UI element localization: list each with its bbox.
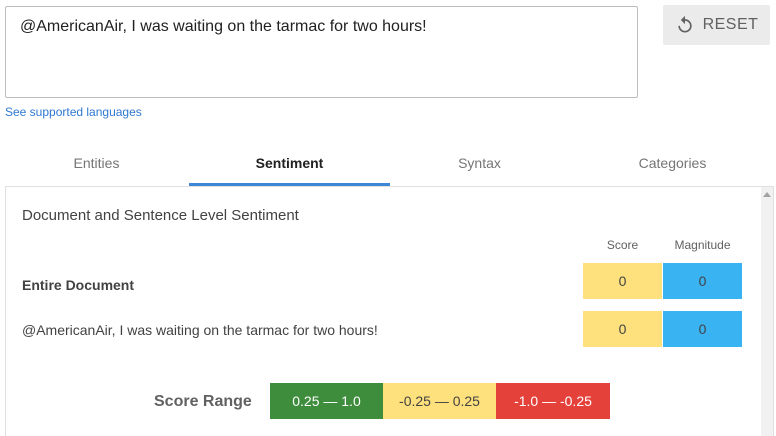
document-row-label: Entire Document	[22, 277, 135, 293]
score-range-neutral: -0.25 — 0.25	[383, 383, 496, 419]
refresh-icon	[675, 15, 695, 35]
sentence-row-label: @AmericanAir, I was waiting on the tarma…	[22, 322, 378, 338]
reset-button[interactable]: RESET	[663, 5, 770, 45]
score-range-positive: 0.25 — 1.0	[270, 383, 383, 419]
sentence-score-cell: 0	[583, 311, 662, 347]
document-magnitude-cell: 0	[663, 263, 742, 299]
section-title: Document and Sentence Level Sentiment	[22, 207, 299, 224]
document-score-cell: 0	[583, 263, 662, 299]
tab-syntax[interactable]: Syntax	[383, 140, 576, 186]
analysis-tabs: Entities Sentiment Syntax Categories	[0, 140, 776, 186]
tab-sentiment[interactable]: Sentiment	[189, 140, 390, 186]
tab-categories[interactable]: Categories	[576, 140, 769, 186]
score-range-label: Score Range	[154, 393, 252, 410]
reset-button-label: RESET	[702, 16, 759, 33]
magnitude-column-header: Magnitude	[674, 238, 731, 252]
sentiment-panel: Document and Sentence Level Sentiment Sc…	[5, 186, 774, 436]
supported-languages-link[interactable]: See supported languages	[5, 105, 142, 119]
score-range-negative: -1.0 — -0.25	[496, 383, 610, 419]
scroll-up-icon[interactable]	[763, 192, 771, 197]
text-input[interactable]	[5, 6, 638, 98]
tab-entities[interactable]: Entities	[0, 140, 193, 186]
sentence-magnitude-cell: 0	[663, 311, 742, 347]
panel-scrollbar[interactable]	[761, 187, 773, 436]
score-column-header: Score	[606, 238, 639, 252]
